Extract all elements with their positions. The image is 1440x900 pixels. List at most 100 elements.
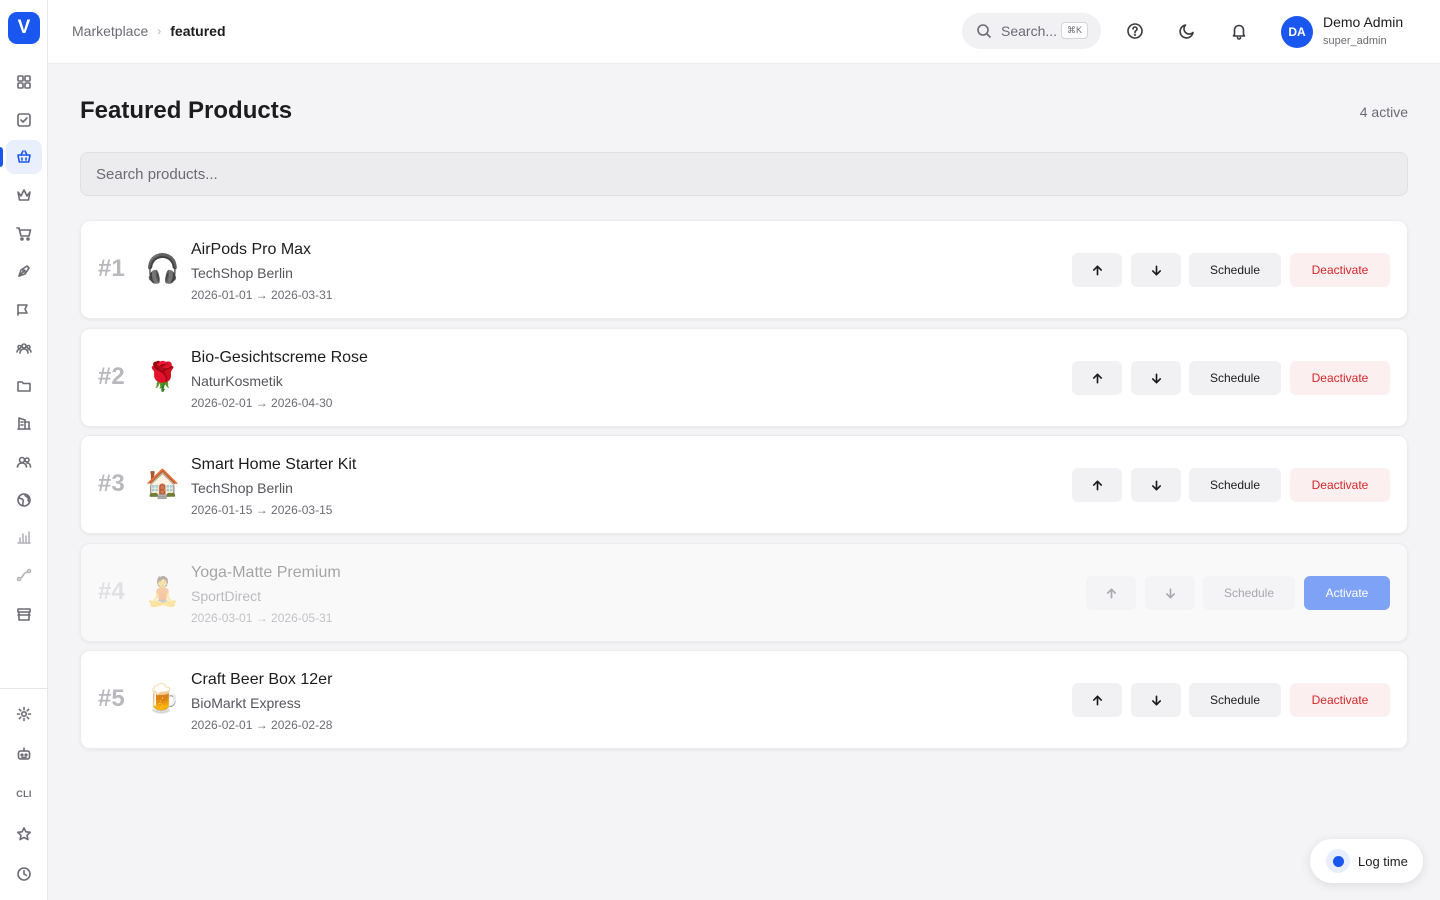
schedule-button[interactable]: Schedule	[1189, 683, 1281, 717]
bell-icon[interactable]	[1228, 20, 1250, 42]
arrow-up-icon	[1091, 264, 1104, 277]
breadcrumb-marketplace[interactable]: Marketplace	[72, 23, 148, 39]
move-down-button[interactable]	[1145, 576, 1195, 610]
move-up-button[interactable]	[1072, 253, 1122, 287]
featured-product-card: #4 🧘 Yoga-Matte Premium SportDirect 2026-03-…	[80, 543, 1408, 642]
folder-icon[interactable]	[6, 369, 42, 403]
arrow-down-icon	[1164, 587, 1177, 600]
product-name: Yoga-Matte Premium	[191, 564, 341, 581]
arrow-down-icon	[1150, 264, 1163, 277]
featured-product-card: #2 🌹 Bio-Gesichtscreme Rose NaturKosmetik 20…	[80, 328, 1408, 427]
users-group-icon[interactable]	[6, 331, 42, 365]
product-vendor: SportDirect	[191, 588, 262, 604]
product-date-range: 2026-01-01 → 2026-03-31	[191, 288, 333, 302]
product-rank: #4	[98, 578, 125, 605]
product-name: Craft Beer Box 12er	[191, 671, 333, 688]
sidebar-divider	[0, 688, 48, 689]
product-vendor: NaturKosmetik	[191, 373, 283, 389]
deactivate-button[interactable]: Deactivate	[1290, 253, 1390, 287]
product-rank: #1	[98, 255, 125, 282]
move-down-button[interactable]	[1131, 683, 1181, 717]
cli-label: CLI	[16, 789, 32, 799]
arrow-up-icon	[1091, 372, 1104, 385]
star-icon[interactable]	[6, 817, 42, 851]
arrow-down-icon	[1150, 479, 1163, 492]
user-name[interactable]: Demo Admin	[1323, 14, 1403, 30]
move-down-button[interactable]	[1131, 253, 1181, 287]
moon-icon[interactable]	[1176, 20, 1198, 42]
product-vendor: BioMarkt Express	[191, 695, 301, 711]
checkbox-icon[interactable]	[6, 103, 42, 137]
product-name: AirPods Pro Max	[191, 241, 312, 258]
activate-button[interactable]: Activate	[1304, 576, 1390, 610]
move-down-button[interactable]	[1131, 361, 1181, 395]
product-date-range: 2026-03-01 → 2026-05-31	[191, 611, 333, 625]
app-logo[interactable]: V	[8, 12, 40, 44]
move-up-button[interactable]	[1072, 683, 1122, 717]
move-up-button[interactable]	[1086, 576, 1136, 610]
megaphone-icon[interactable]	[6, 293, 42, 327]
shopping-basket-icon[interactable]	[6, 140, 42, 174]
clock-icon[interactable]	[6, 857, 42, 891]
crown-icon[interactable]	[6, 178, 42, 212]
product-thumbnail: 🎧	[145, 253, 180, 284]
schedule-button[interactable]: Schedule	[1189, 253, 1281, 287]
gear-icon[interactable]	[6, 697, 42, 731]
product-thumbnail: 🧘	[145, 576, 180, 607]
cli-button[interactable]: CLI	[6, 777, 42, 811]
users-icon[interactable]	[6, 445, 42, 479]
active-count: 4 active	[1359, 104, 1408, 120]
featured-product-card: #5 🍺 Craft Beer Box 12er BioMarkt Express 20…	[80, 650, 1408, 749]
product-rank: #2	[98, 363, 125, 390]
avatar[interactable]: DA	[1281, 16, 1313, 48]
active-nav-indicator	[0, 147, 3, 167]
deactivate-button[interactable]: Deactivate	[1290, 683, 1390, 717]
user-role: super_admin	[1323, 35, 1387, 47]
move-up-button[interactable]	[1072, 361, 1122, 395]
search-shortcut-badge: ⌘K	[1060, 22, 1088, 39]
product-date-range: 2026-02-01 → 2026-04-30	[191, 396, 333, 410]
search-icon	[977, 24, 992, 39]
schedule-button[interactable]: Schedule	[1203, 576, 1295, 610]
move-down-button[interactable]	[1131, 468, 1181, 502]
schedule-button[interactable]: Schedule	[1189, 361, 1281, 395]
robot-icon[interactable]	[6, 737, 42, 771]
product-date-range: 2026-02-01 → 2026-02-28	[191, 718, 333, 732]
schedule-button[interactable]: Schedule	[1189, 468, 1281, 502]
breadcrumb-current: featured	[170, 23, 226, 39]
grid-icon[interactable]	[6, 65, 42, 99]
building-icon[interactable]	[6, 406, 42, 440]
product-search-input[interactable]	[80, 152, 1408, 196]
arrow-up-icon	[1091, 479, 1104, 492]
product-date-range: 2026-01-15 → 2026-03-15	[191, 503, 333, 517]
arrow-down-icon	[1150, 694, 1163, 707]
featured-product-card: #1 🎧 AirPods Pro Max TechShop Berlin 2026-01…	[80, 220, 1408, 319]
bar-chart-icon[interactable]	[6, 520, 42, 554]
move-up-button[interactable]	[1072, 468, 1122, 502]
arrow-down-icon	[1150, 372, 1163, 385]
globe-icon[interactable]	[6, 483, 42, 517]
deactivate-button[interactable]: Deactivate	[1290, 361, 1390, 395]
log-time-button[interactable]: Log time	[1310, 839, 1423, 883]
top-header: Marketplace › featured Search... ⌘K DA D…	[48, 0, 1440, 64]
product-rank: #5	[98, 685, 125, 712]
help-icon[interactable]	[1124, 20, 1146, 42]
timer-icon	[1326, 849, 1350, 873]
deactivate-button[interactable]: Deactivate	[1290, 468, 1390, 502]
product-name: Smart Home Starter Kit	[191, 456, 357, 473]
page-title: Featured Products	[80, 97, 293, 124]
featured-product-card: #3 🏠 Smart Home Starter Kit TechShop Berlin…	[80, 435, 1408, 534]
global-search-placeholder: Search...	[1001, 23, 1058, 39]
store-icon[interactable]	[6, 597, 42, 631]
arrow-up-icon	[1091, 694, 1104, 707]
cart-icon[interactable]	[6, 217, 42, 251]
global-search[interactable]: Search... ⌘K	[962, 13, 1101, 49]
route-icon[interactable]	[6, 558, 42, 592]
product-name: Bio-Gesichtscreme Rose	[191, 349, 368, 366]
chevron-right-icon: ›	[157, 24, 162, 38]
pen-tool-icon[interactable]	[6, 254, 42, 288]
product-vendor: TechShop Berlin	[191, 480, 293, 496]
product-thumbnail: 🏠	[145, 468, 180, 499]
product-vendor: TechShop Berlin	[191, 265, 293, 281]
breadcrumb: Marketplace › featured	[72, 23, 226, 39]
